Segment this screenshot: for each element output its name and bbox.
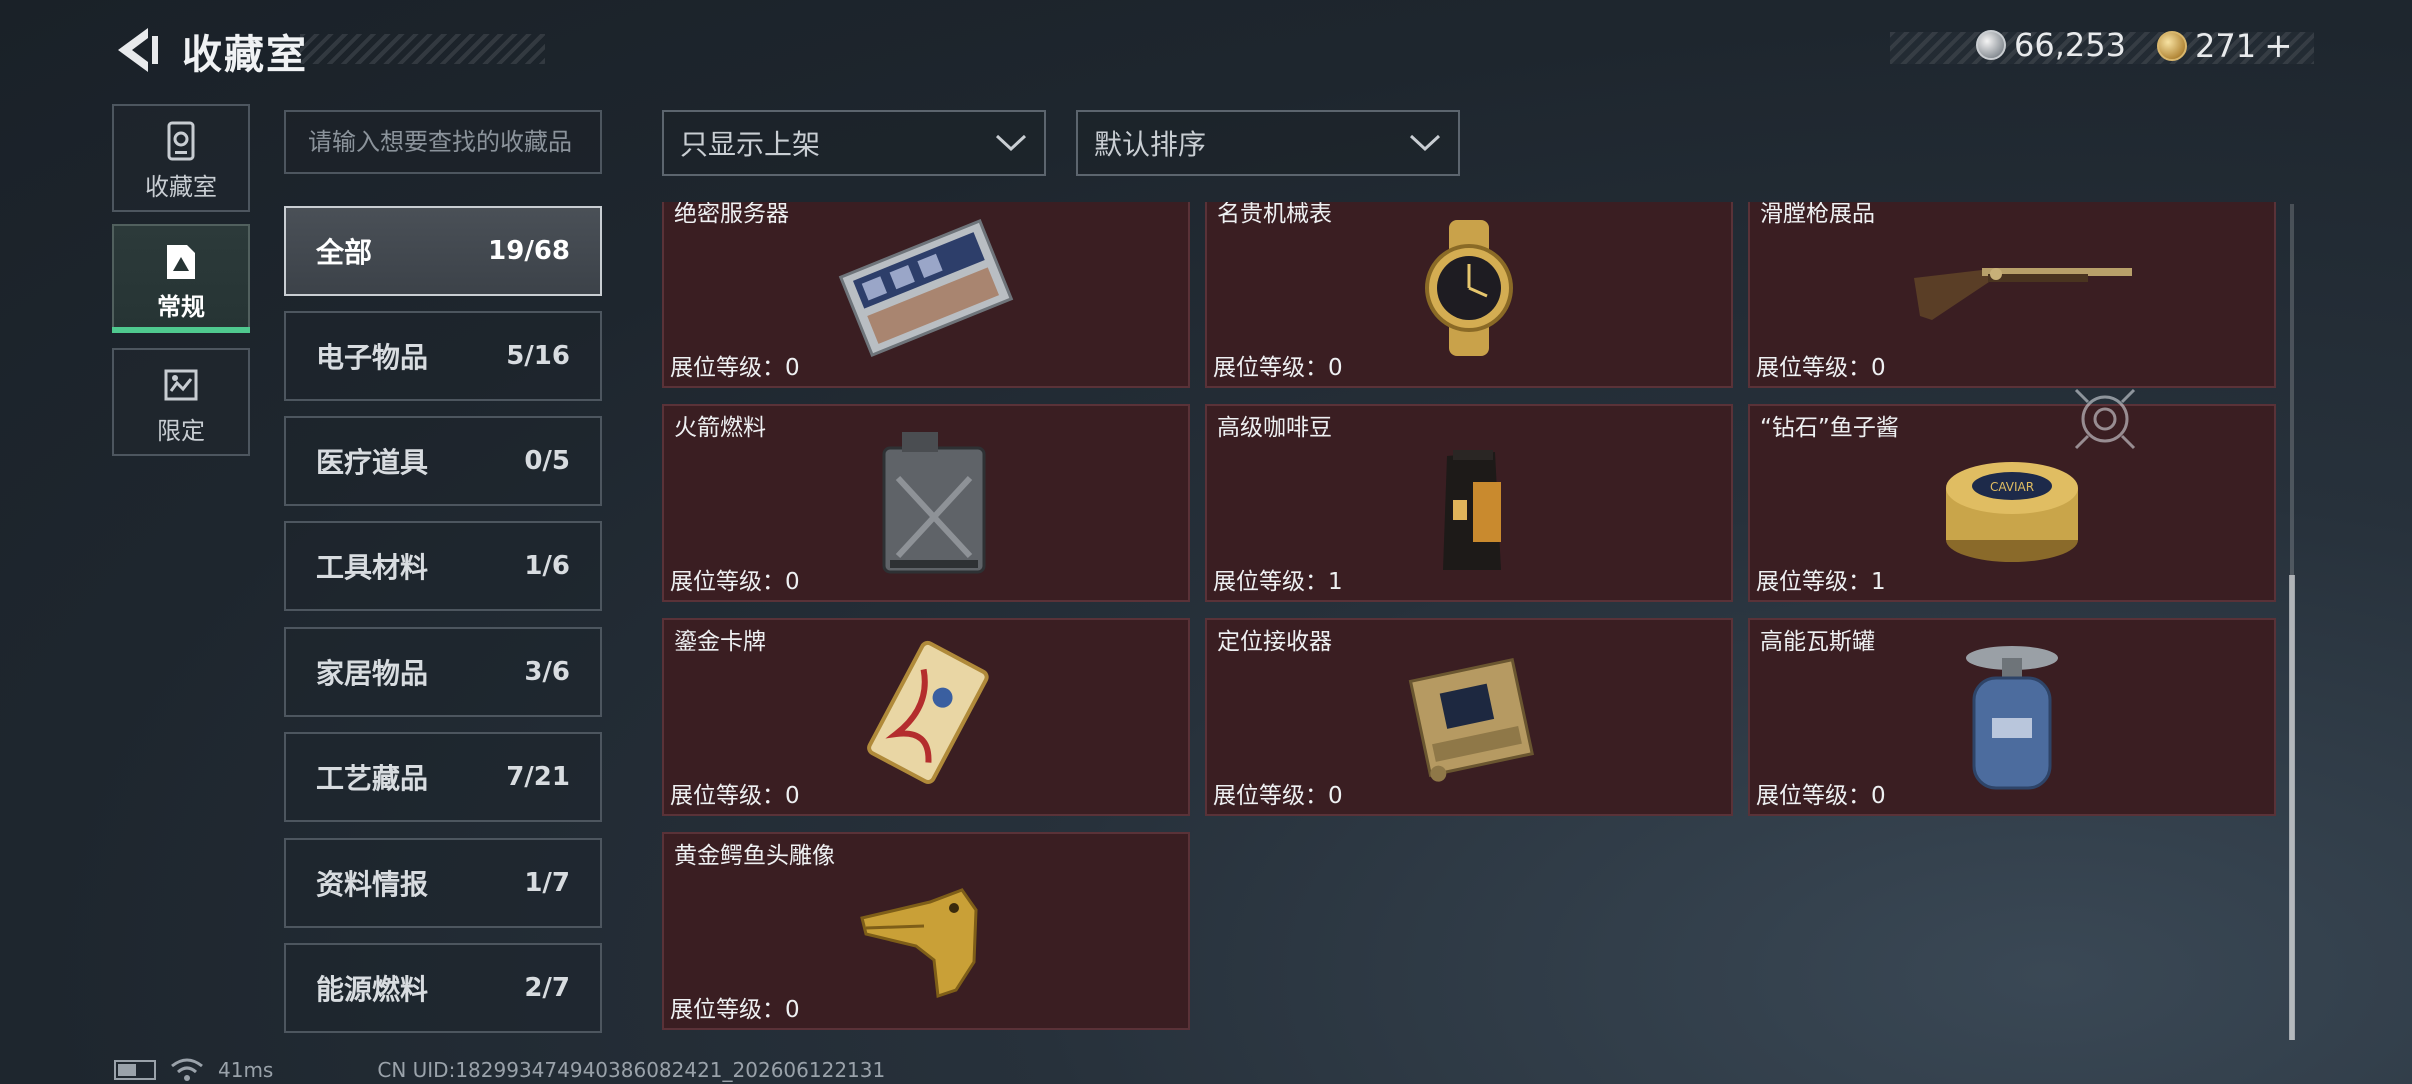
chevron-down-icon bbox=[1409, 134, 1441, 152]
item-name: 绝密服务器 bbox=[674, 202, 789, 227]
category-count: 19/68 bbox=[488, 236, 570, 266]
category-tools[interactable]: 工具材料 1/6 bbox=[284, 521, 602, 611]
limited-collection-icon bbox=[164, 369, 198, 401]
category-intel[interactable]: 资料情报 1/7 bbox=[284, 838, 602, 928]
crocodile-statue-icon bbox=[860, 888, 978, 999]
target-icon[interactable] bbox=[2070, 384, 2140, 454]
sort-dropdown[interactable]: 默认排序 bbox=[1076, 110, 1460, 176]
fuel-can-icon bbox=[882, 432, 986, 574]
caviar-label: CAVIAR bbox=[1990, 480, 2034, 494]
item-level: 展位等级：0 bbox=[1213, 783, 1343, 809]
category-medical[interactable]: 医疗道具 0/5 bbox=[284, 416, 602, 506]
item-level: 展位等级：0 bbox=[670, 569, 800, 595]
status-footer: 41ms CN UID:1829934749403860824​21_20260… bbox=[114, 1058, 885, 1082]
battery-icon bbox=[114, 1060, 156, 1080]
item-name: 定位接收器 bbox=[1217, 629, 1332, 655]
display-filter-dropdown[interactable]: 只显示上架 bbox=[662, 110, 1046, 176]
collection-grid: 绝密服务器 展位等级：0 名贵机械表 展位等级：0 滑膛枪展品 展位等级：0 火… bbox=[660, 202, 2276, 1042]
category-name: 家居物品 bbox=[316, 657, 429, 690]
item-name: 滑膛枪展品 bbox=[1760, 202, 1875, 227]
category-count: 1/6 bbox=[524, 551, 570, 581]
item-card[interactable]: 名贵机械表 展位等级：0 bbox=[1205, 202, 1733, 388]
title-decoration bbox=[300, 34, 545, 64]
item-card[interactable]: 黄金鳄鱼头雕像 展位等级：0 bbox=[662, 832, 1190, 1030]
gold-amount: 271 bbox=[2195, 27, 2257, 65]
item-name: “钻石”鱼子酱 bbox=[1760, 415, 1899, 441]
silver-amount: 66,253 bbox=[2014, 26, 2126, 64]
silver-coin-icon bbox=[1976, 30, 2006, 60]
item-card[interactable]: 鎏金卡牌 展位等级：0 bbox=[662, 618, 1190, 816]
category-count: 2/7 bbox=[524, 973, 570, 1003]
display-filter-value: 只显示上架 bbox=[680, 128, 821, 161]
back-arrow-icon[interactable] bbox=[108, 22, 160, 78]
item-level: 展位等级：0 bbox=[670, 783, 800, 809]
item-card[interactable]: 滑膛枪展品 展位等级：0 bbox=[1748, 202, 2276, 388]
item-name: 黄金鳄鱼头雕像 bbox=[674, 843, 835, 869]
musket-icon bbox=[1914, 268, 2133, 320]
collection-room-icon bbox=[167, 121, 195, 161]
chevron-down-icon bbox=[995, 134, 1027, 152]
search-input[interactable] bbox=[284, 110, 602, 174]
item-level: 展位等级：0 bbox=[670, 355, 800, 381]
nav-collection-room[interactable]: 收藏室 bbox=[112, 104, 250, 212]
regular-collection-icon bbox=[167, 245, 195, 279]
category-count: 7/21 bbox=[506, 762, 570, 792]
item-name: 高能瓦斯罐 bbox=[1760, 629, 1875, 655]
nav-label-collection: 收藏室 bbox=[145, 173, 217, 201]
category-name: 资料情报 bbox=[316, 868, 429, 901]
receiver-icon bbox=[1408, 657, 1534, 782]
nav-label-regular: 常规 bbox=[157, 293, 205, 321]
sort-value: 默认排序 bbox=[1094, 128, 1207, 161]
category-household[interactable]: 家居物品 3/6 bbox=[284, 627, 602, 717]
item-name: 名贵机械表 bbox=[1217, 202, 1332, 227]
item-name: 高级咖啡豆 bbox=[1217, 415, 1332, 441]
active-indicator bbox=[112, 327, 250, 333]
item-card[interactable]: 高能瓦斯罐 展位等级：0 bbox=[1748, 618, 2276, 816]
nav-limited[interactable]: 限定 bbox=[112, 348, 250, 456]
category-count: 0/5 bbox=[524, 446, 570, 476]
category-electronics[interactable]: 电子物品 5/16 bbox=[284, 311, 602, 401]
server-icon bbox=[838, 219, 1014, 357]
coffee-bag-icon bbox=[1443, 450, 1501, 570]
item-level: 展位等级：0 bbox=[1756, 355, 1886, 381]
add-currency-button[interactable]: + bbox=[2264, 26, 2293, 66]
watch-icon bbox=[1425, 220, 1513, 356]
item-card[interactable]: CAVIAR “钻石”鱼子酱 展位等级：1 bbox=[1748, 404, 2276, 602]
wifi-icon bbox=[171, 1058, 203, 1081]
category-energy[interactable]: 能源燃料 2/7 bbox=[284, 943, 602, 1033]
nav-label-limited: 限定 bbox=[157, 417, 205, 445]
item-name: 鎏金卡牌 bbox=[674, 629, 766, 655]
gas-canister-icon bbox=[1966, 646, 2058, 790]
nav-regular[interactable]: 常规 bbox=[112, 224, 250, 332]
item-level: 展位等级：1 bbox=[1756, 569, 1886, 595]
item-level: 展位等级：0 bbox=[1213, 355, 1343, 381]
gilded-card-icon bbox=[867, 640, 989, 784]
category-name: 工艺藏品 bbox=[316, 762, 429, 795]
item-level: 展位等级：0 bbox=[670, 997, 800, 1023]
category-count: 1/7 bbox=[524, 868, 570, 898]
item-name: 火箭燃料 bbox=[674, 415, 766, 441]
item-level: 展位等级：0 bbox=[1756, 783, 1886, 809]
category-name: 医疗道具 bbox=[316, 446, 429, 479]
category-count: 3/6 bbox=[524, 657, 570, 687]
category-name: 全部 bbox=[316, 236, 373, 269]
page-title: 收藏室 bbox=[182, 32, 308, 78]
item-card[interactable]: 绝密服务器 展位等级：0 bbox=[662, 202, 1190, 388]
user-uid: CN UID:1829934749403860824​21_2026061221… bbox=[377, 1058, 886, 1082]
gold-currency[interactable]: 271 + bbox=[2157, 26, 2293, 66]
item-card[interactable]: 火箭燃料 展位等级：0 bbox=[662, 404, 1190, 602]
gold-coin-icon bbox=[2157, 31, 2187, 61]
category-name: 工具材料 bbox=[316, 551, 429, 584]
item-card[interactable]: 定位接收器 展位等级：0 bbox=[1205, 618, 1733, 816]
item-card[interactable]: 高级咖啡豆 展位等级：1 bbox=[1205, 404, 1733, 602]
silver-currency: 66,253 bbox=[1976, 26, 2126, 64]
item-level: 展位等级：1 bbox=[1213, 569, 1343, 595]
category-crafts[interactable]: 工艺藏品 7/21 bbox=[284, 732, 602, 822]
ping-value: 41ms bbox=[218, 1058, 274, 1082]
category-all[interactable]: 全部 19/68 bbox=[284, 206, 602, 296]
category-name: 能源燃料 bbox=[316, 973, 429, 1006]
scrollbar-thumb[interactable] bbox=[2289, 575, 2295, 1040]
category-name: 电子物品 bbox=[316, 341, 429, 374]
category-count: 5/16 bbox=[506, 341, 570, 371]
